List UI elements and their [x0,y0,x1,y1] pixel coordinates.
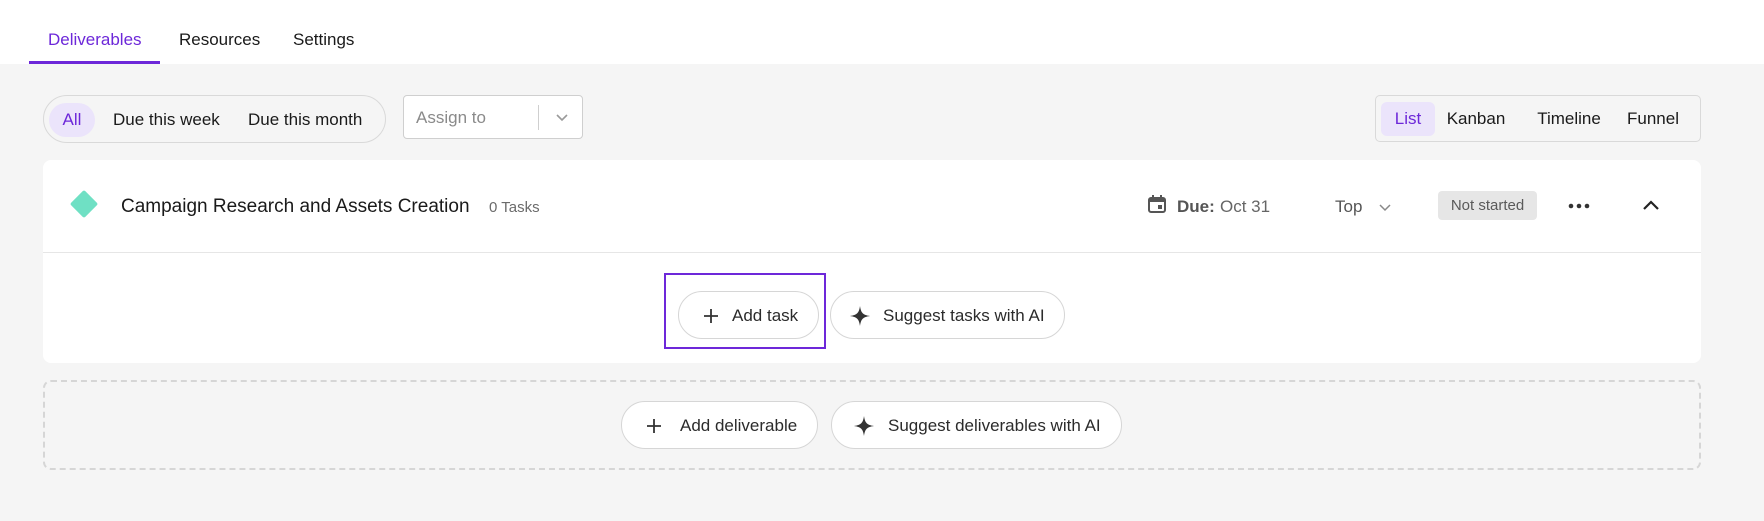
tab-deliverables[interactable]: Deliverables [48,30,142,50]
tab-resources[interactable]: Resources [179,30,260,50]
assign-to-select[interactable]: Assign to [403,95,583,139]
plus-icon [704,309,718,323]
plus-icon [647,419,661,433]
deliverable-title[interactable]: Campaign Research and Assets Creation [121,196,470,218]
active-tab-indicator [29,61,160,64]
filter-all[interactable]: All [49,103,95,137]
more-icon[interactable] [1567,200,1591,212]
priority-dropdown[interactable]: Top [1335,197,1362,217]
chevron-down-icon[interactable] [1377,199,1393,215]
task-count: 0 Tasks [489,199,540,216]
sparkle-icon [850,306,870,326]
view-timeline[interactable]: Timeline [1535,102,1603,136]
add-task-button[interactable]: Add task [678,291,819,339]
add-deliverable-label: Add deliverable [680,416,798,435]
view-funnel[interactable]: Funnel [1624,102,1682,136]
view-switcher: List Kanban Timeline Funnel [1375,95,1701,142]
suggest-tasks-ai-button[interactable]: Suggest tasks with AI [830,291,1065,339]
add-task-label: Add task [732,306,799,325]
due-label: Due: [1177,197,1215,216]
sparkle-icon [854,416,874,436]
view-kanban[interactable]: Kanban [1445,102,1507,136]
top-tab-bar: Deliverables Resources Settings [0,0,1764,64]
filter-due-this-week[interactable]: Due this week [113,103,220,137]
chevron-up-icon[interactable] [1641,196,1661,216]
status-badge[interactable]: Not started [1438,191,1537,220]
filter-due-this-month[interactable]: Due this month [248,103,362,137]
due-filter-group: All Due this week Due this month [43,95,386,143]
assign-to-placeholder: Assign to [416,108,486,127]
due-date[interactable]: Oct 31 [1220,197,1270,217]
view-list[interactable]: List [1381,102,1435,136]
suggest-tasks-label: Suggest tasks with AI [883,306,1045,325]
chevron-down-icon[interactable] [552,107,572,127]
calendar-icon [1148,195,1166,213]
select-divider [538,105,539,130]
suggest-deliverables-label: Suggest deliverables with AI [888,416,1101,435]
tab-settings[interactable]: Settings [293,30,354,50]
add-deliverable-button[interactable]: Add deliverable [621,401,818,449]
suggest-deliverables-ai-button[interactable]: Suggest deliverables with AI [831,401,1122,449]
deliverable-diamond-icon [69,189,99,219]
card-divider [43,252,1701,253]
